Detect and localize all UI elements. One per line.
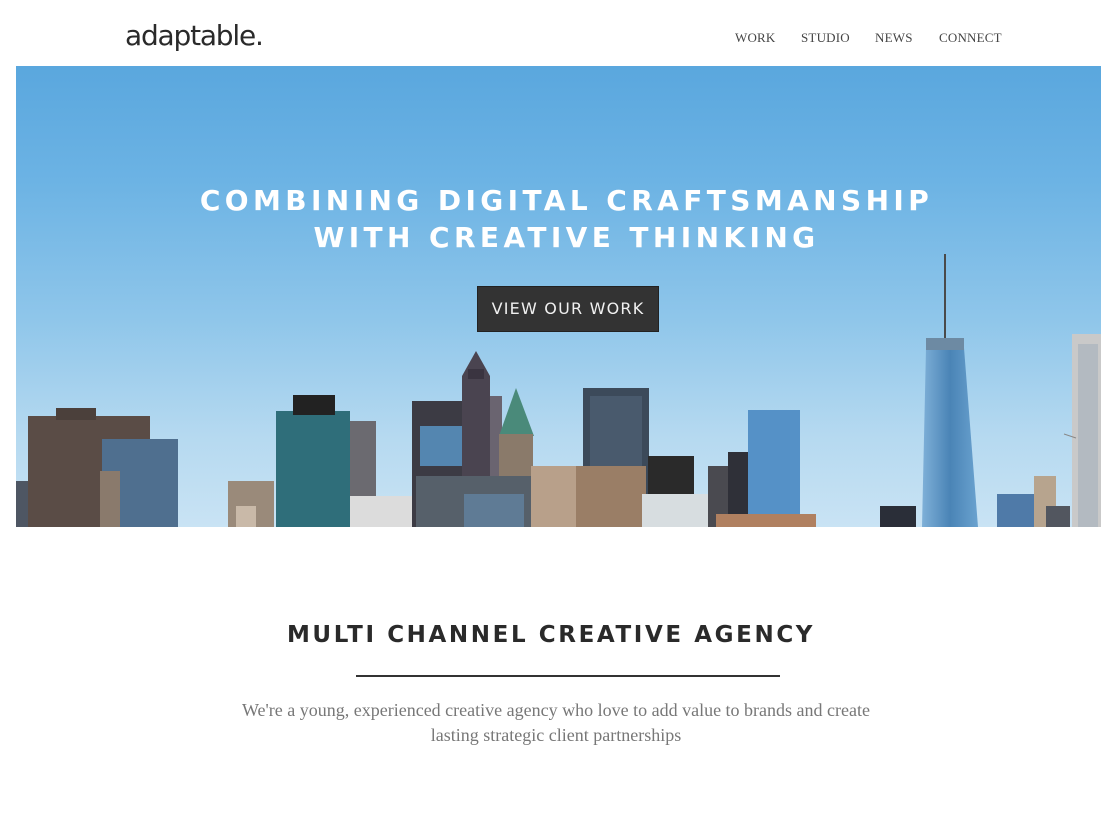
nav-item-news[interactable]: NEWS bbox=[875, 30, 913, 46]
hero-headline-line1: COMBINING DIGITAL CRAFTSMANSHIP bbox=[199, 184, 934, 217]
nav-item-studio[interactable]: STUDIO bbox=[801, 30, 850, 46]
hero-headline-line2: WITH CREATIVE THINKING bbox=[313, 221, 820, 254]
title-divider bbox=[356, 675, 780, 677]
section-title: MULTI CHANNEL CREATIVE AGENCY bbox=[286, 622, 816, 648]
intro-text: We're a young, experienced creative agen… bbox=[241, 700, 870, 745]
hero-headline: COMBINING DIGITAL CRAFTSMANSHIP WITH CRE… bbox=[16, 182, 1101, 256]
nav-item-work[interactable]: WORK bbox=[735, 30, 776, 46]
site-header: adaptable. WORK STUDIO NEWS CONNECT bbox=[0, 0, 1102, 66]
view-our-work-button[interactable]: VIEW OUR WORK bbox=[477, 286, 659, 332]
main-nav: WORK STUDIO NEWS CONNECT bbox=[0, 30, 1102, 48]
nav-item-connect[interactable]: CONNECT bbox=[939, 30, 1002, 46]
hero-banner: COMBINING DIGITAL CRAFTSMANSHIP WITH CRE… bbox=[16, 66, 1101, 527]
